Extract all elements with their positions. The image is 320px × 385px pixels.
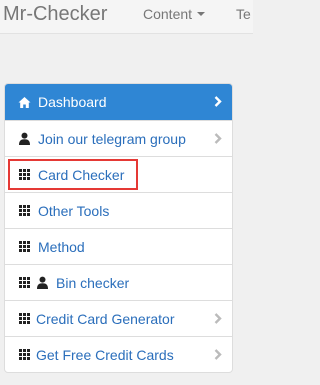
menu-item-label: Dashboard [38, 94, 107, 110]
user-icon [36, 276, 49, 289]
nav-content-label: Content [143, 6, 193, 22]
brand-logo-text[interactable]: Mr-Checker [3, 2, 107, 26]
menu-item-label: Method [38, 238, 85, 255]
menu-item-telegram[interactable]: Join our telegram group [5, 120, 232, 156]
home-icon [18, 96, 31, 109]
grid-icon [18, 240, 31, 253]
menu-item-label: Bin checker [56, 274, 130, 291]
menu-item-label: Card Checker [38, 166, 125, 183]
menu-item-label: Other Tools [38, 202, 110, 219]
grid-icon [18, 348, 31, 361]
chevron-right-icon [214, 132, 222, 144]
grid-icon [18, 276, 31, 289]
top-navbar: Mr-Checker Content Te [0, 0, 253, 34]
menu-item-other-tools[interactable]: Other Tools [5, 192, 232, 228]
menu-item-bin-checker[interactable]: Bin checker [5, 264, 232, 300]
menu-item-cc-generator[interactable]: Credit Card Generator [5, 300, 232, 336]
menu-item-label: Credit Card Generator [36, 310, 175, 327]
menu-item-free-cards[interactable]: Get Free Credit Cards [5, 336, 232, 372]
grid-icon [18, 312, 31, 325]
nav-content-dropdown[interactable]: Content [143, 6, 206, 22]
menu-item-card-checker[interactable]: Card Checker [5, 156, 232, 192]
chevron-right-icon [214, 96, 222, 107]
menu-item-label: Join our telegram group [38, 130, 186, 147]
nav-item-truncated[interactable]: Te [236, 6, 251, 22]
grid-icon [18, 204, 31, 217]
menu-item-method[interactable]: Method [5, 228, 232, 264]
user-icon [18, 132, 31, 145]
caret-down-icon [197, 12, 206, 16]
menu-item-label: Get Free Credit Cards [36, 346, 174, 363]
chevron-right-icon [214, 348, 222, 360]
menu-item-dashboard[interactable]: Dashboard [5, 84, 232, 120]
sidebar-menu: Dashboard Join our telegram group Card C… [4, 83, 233, 373]
grid-icon [18, 168, 31, 181]
chevron-right-icon [214, 312, 222, 324]
